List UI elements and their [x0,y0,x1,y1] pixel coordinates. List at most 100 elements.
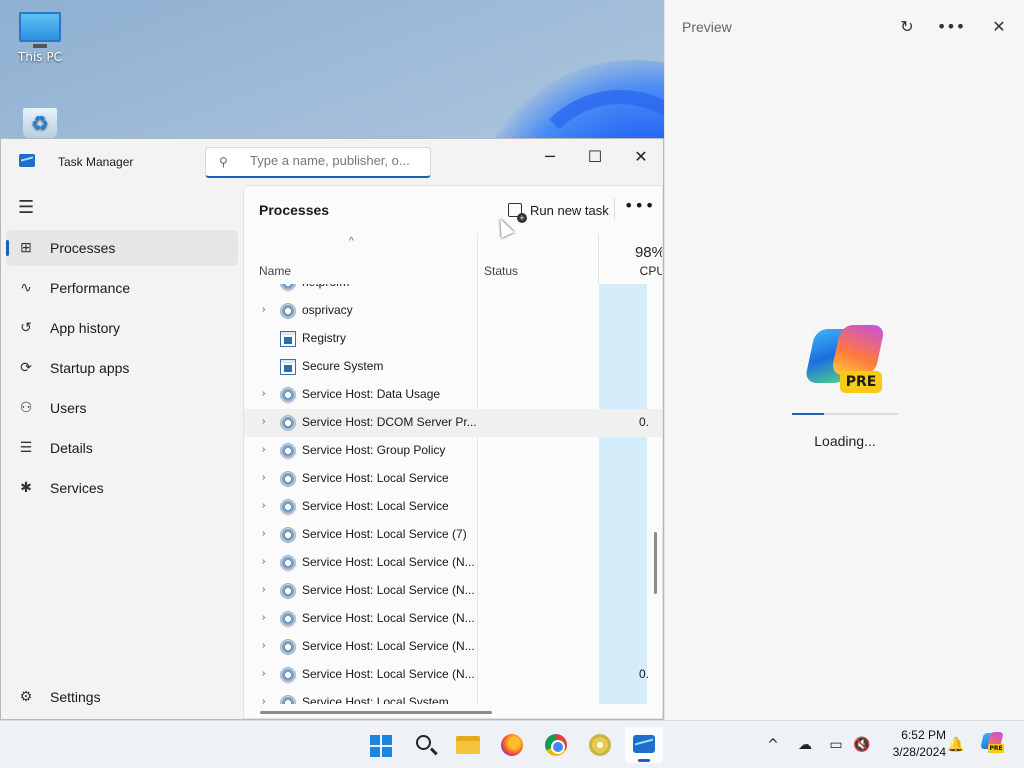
sidebar-item-settings[interactable]: ⚙ Settings [6,679,238,715]
expand-chevron-icon[interactable]: › [262,668,265,679]
title-bar[interactable]: Task Manager ⚲ ─ ☐ ✕ [1,139,663,185]
table-row[interactable]: Secure System [244,353,662,381]
task-manager-icon [19,154,35,167]
service-gear-icon [280,527,296,543]
table-row[interactable]: › Service Host: Local Service [244,465,662,493]
close-button[interactable]: ✕ [618,143,664,171]
expand-chevron-icon[interactable]: › [262,500,265,511]
horizontal-scrollbar[interactable] [260,711,492,714]
service-gear-icon [280,555,296,571]
sidebar-item-users[interactable]: ⚇ Users [6,390,238,426]
expand-chevron-icon[interactable]: › [262,444,265,455]
cpu-total-percent: 98% [634,244,663,261]
column-header-cpu[interactable]: 98% CPU [599,234,663,284]
expand-chevron-icon[interactable]: › [262,304,265,315]
table-row[interactable]: › Service Host: DCOM Server Pr... 0. [244,409,662,437]
chrome-icon [545,734,567,756]
network-icon[interactable]: ▭ [826,735,846,755]
file-explorer-button[interactable] [449,727,487,763]
volume-muted-icon[interactable]: 🔇 [852,735,872,755]
toolbar-divider [614,198,615,220]
desktop-icon-this-pc[interactable]: This PC [12,12,68,64]
table-row[interactable]: › Service Host: Local System [244,689,662,704]
expand-chevron-icon[interactable]: › [262,284,265,287]
service-gear-icon [280,471,296,487]
firefox-button[interactable] [493,727,531,763]
expand-chevron-icon[interactable]: › [262,556,265,567]
process-name: Service Host: Local System [302,695,449,704]
expand-chevron-icon[interactable]: › [262,528,265,539]
process-name: Service Host: Local Service (N... [302,611,475,625]
search-icon [416,735,431,750]
sidebar-item-services[interactable]: ✱ Services [6,470,238,506]
close-button[interactable]: ✕ [984,14,1014,40]
search-box[interactable]: ⚲ [205,147,431,178]
table-row[interactable]: Registry [244,325,662,353]
clock[interactable]: 6:52 PM 3/28/2024 [880,727,946,761]
sidebar-item-performance[interactable]: ∿ Performance [6,270,238,306]
task-manager-taskbar-button[interactable] [625,727,663,763]
start-button[interactable] [361,727,399,763]
more-options-button[interactable]: ••• [624,196,655,215]
copilot-tray-badge: PRE [988,744,1004,753]
service-gear-icon [280,284,296,291]
vertical-scrollbar[interactable] [654,532,657,594]
search-input[interactable] [250,153,424,168]
expand-chevron-icon[interactable]: › [262,472,265,483]
disc-icon [589,734,611,756]
disc-app-button[interactable] [581,727,619,763]
process-name: Service Host: Local Service (N... [302,583,475,597]
expand-chevron-icon[interactable]: › [262,696,265,704]
table-row[interactable]: › Service Host: Local Service (N... [244,605,662,633]
service-gear-icon [280,443,296,459]
more-options-button[interactable]: ••• [936,14,966,40]
expand-chevron-icon[interactable]: › [262,388,265,399]
table-row[interactable]: › Service Host: Local Service (7) [244,521,662,549]
loading-text: Loading... [814,433,876,449]
expand-chevron-icon[interactable]: › [262,416,265,427]
column-header-name[interactable]: ^ Name [244,234,478,284]
service-gear-icon [280,639,296,655]
table-row[interactable]: › osprivacy [244,297,662,325]
sidebar-item-processes[interactable]: ⊞ Processes [6,230,238,266]
run-new-task-button[interactable]: Run new task [502,196,615,224]
task-manager-window: Task Manager ⚲ ─ ☐ ✕ ☰ ⊞ Processes ∿ Per… [0,138,664,720]
preview-pane: Preview ↻ ••• ✕ PRE Loading... [664,0,1024,720]
hamburger-menu-icon[interactable]: ☰ [18,197,34,218]
chrome-button[interactable] [537,727,575,763]
expand-chevron-icon[interactable]: › [262,584,265,595]
desktop-icon-recycle-bin[interactable]: ♻ [12,108,68,138]
table-row[interactable]: › Service Host: Local Service [244,493,662,521]
sidebar-item-app-history[interactable]: ↺ App history [6,310,238,346]
expand-chevron-icon[interactable]: › [262,640,265,651]
table-row[interactable]: › Service Host: Group Policy [244,437,662,465]
preview-badge: PRE [840,371,882,393]
column-label: CPU [639,264,663,278]
processes-icon: ⊞ [20,239,32,255]
system-window-icon [280,331,296,347]
expand-chevron-icon[interactable]: › [262,612,265,623]
table-row[interactable]: › netprofm [244,284,662,297]
copilot-tray-icon[interactable]: PRE [980,731,1004,755]
process-name: Secure System [302,359,384,373]
table-row[interactable]: › Service Host: Local Service (N... [244,577,662,605]
sidebar-item-details[interactable]: ☰ Details [6,430,238,466]
table-row[interactable]: › Service Host: Data Usage [244,381,662,409]
process-name: Service Host: Local Service (7) [302,527,467,541]
minimize-button[interactable]: ─ [527,143,573,171]
maximize-button[interactable]: ☐ [572,143,618,171]
column-header-status[interactable]: Status [478,234,599,284]
refresh-icon[interactable]: ↻ [892,14,922,40]
notification-bell-icon[interactable]: 🔔 [946,735,966,755]
details-icon: ☰ [19,439,33,455]
search-button[interactable] [405,727,443,763]
onedrive-offline-icon[interactable]: ☁ [795,735,815,755]
table-row[interactable]: › Service Host: Local Service (N... 0. [244,661,662,689]
sidebar-item-startup-apps[interactable]: ⟳ Startup apps [6,350,238,386]
table-row[interactable]: › Service Host: Local Service (N... [244,633,662,661]
table-row[interactable]: › Service Host: Local Service (N... [244,549,662,577]
show-hidden-icons-chevron-icon[interactable]: ^ [763,735,783,755]
users-icon: ⚇ [19,399,33,415]
sidebar-item-label: Processes [50,240,116,256]
service-gear-icon [280,695,296,704]
